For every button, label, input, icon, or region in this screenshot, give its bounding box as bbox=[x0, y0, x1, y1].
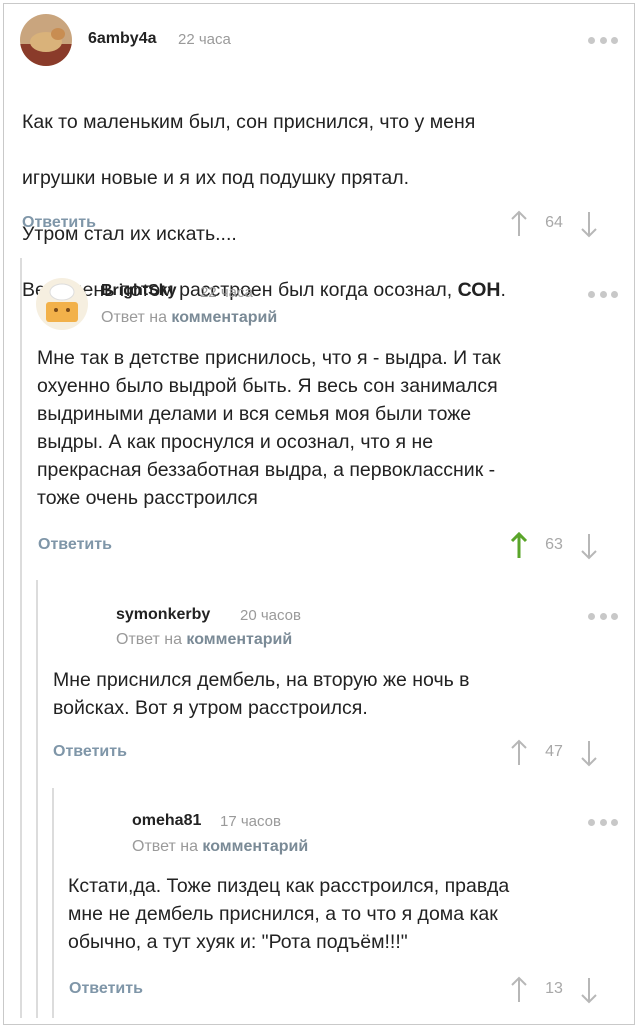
vote-control: 47 bbox=[510, 739, 610, 773]
text-line: Как то маленьким был, сон приснился, что… bbox=[22, 111, 476, 133]
comment-omeha81: omeha81 17 часов Ответ на комментарий Кс… bbox=[0, 798, 640, 1018]
comment-6amby4a: 6amby4a 22 часа Как то маленьким был, со… bbox=[0, 0, 640, 301]
reply-target-link[interactable]: комментарий bbox=[186, 631, 292, 648]
upvote-arrow-icon[interactable] bbox=[510, 739, 528, 767]
username[interactable]: symonkerby bbox=[116, 606, 210, 624]
reply-button[interactable]: Ответить bbox=[53, 743, 127, 761]
more-options-icon[interactable] bbox=[588, 36, 618, 44]
reply-target-link[interactable]: комментарий bbox=[171, 309, 277, 326]
reply-to-label: Ответ на комментарий bbox=[116, 631, 293, 648]
vote-count: 63 bbox=[545, 536, 563, 553]
reply-button[interactable]: Ответить bbox=[69, 980, 143, 998]
comment-text: Мне приснился дембель, на вторую же ночь… bbox=[53, 669, 470, 719]
comment-symonkerby: symonkerby 20 часов Ответ на комментарий… bbox=[0, 590, 640, 780]
downvote-arrow-icon[interactable] bbox=[580, 532, 598, 560]
username[interactable]: omeha81 bbox=[132, 812, 201, 830]
reply-to-label: Ответ на комментарий bbox=[132, 838, 309, 855]
vote-control: 63 bbox=[510, 532, 610, 566]
username[interactable]: BrightSky bbox=[101, 282, 177, 300]
upvote-arrow-icon[interactable] bbox=[510, 976, 528, 1004]
downvote-arrow-icon[interactable] bbox=[580, 976, 598, 1004]
username[interactable]: 6amby4a bbox=[88, 30, 157, 48]
vote-count: 13 bbox=[545, 980, 563, 997]
comment-text: Мне так в детстве приснилось, что я - вы… bbox=[37, 347, 501, 509]
more-options-icon[interactable] bbox=[588, 818, 618, 826]
more-options-icon[interactable] bbox=[588, 612, 618, 620]
avatar[interactable] bbox=[20, 14, 72, 66]
reply-button[interactable]: Ответить bbox=[22, 214, 96, 232]
vote-control: 13 bbox=[510, 976, 610, 1010]
timestamp: 20 часов bbox=[240, 607, 301, 624]
timestamp: 22 часа bbox=[200, 284, 253, 301]
reply-button[interactable]: Ответить bbox=[38, 536, 112, 554]
timestamp: 17 часов bbox=[220, 813, 281, 830]
vote-control: 64 bbox=[510, 210, 610, 244]
avatar[interactable] bbox=[36, 278, 88, 330]
downvote-arrow-icon[interactable] bbox=[580, 210, 598, 238]
comment-text: Кстати,да. Тоже пиздец как расстроился, … bbox=[68, 875, 510, 953]
comment-brightsky: BrightSky 22 часа Ответ на комментарий М… bbox=[0, 262, 640, 562]
downvote-arrow-icon[interactable] bbox=[580, 739, 598, 767]
vote-count: 64 bbox=[545, 214, 563, 231]
reply-target-link[interactable]: комментарий bbox=[202, 838, 308, 855]
timestamp: 22 часа bbox=[178, 31, 231, 48]
reply-to-label: Ответ на комментарий bbox=[101, 309, 278, 326]
upvote-arrow-icon[interactable] bbox=[510, 210, 528, 238]
more-options-icon[interactable] bbox=[588, 290, 618, 298]
upvote-arrow-icon[interactable] bbox=[510, 532, 528, 560]
vote-count: 47 bbox=[545, 743, 563, 760]
text-line: игрушки новые и я их под подушку прятал. bbox=[22, 167, 410, 189]
